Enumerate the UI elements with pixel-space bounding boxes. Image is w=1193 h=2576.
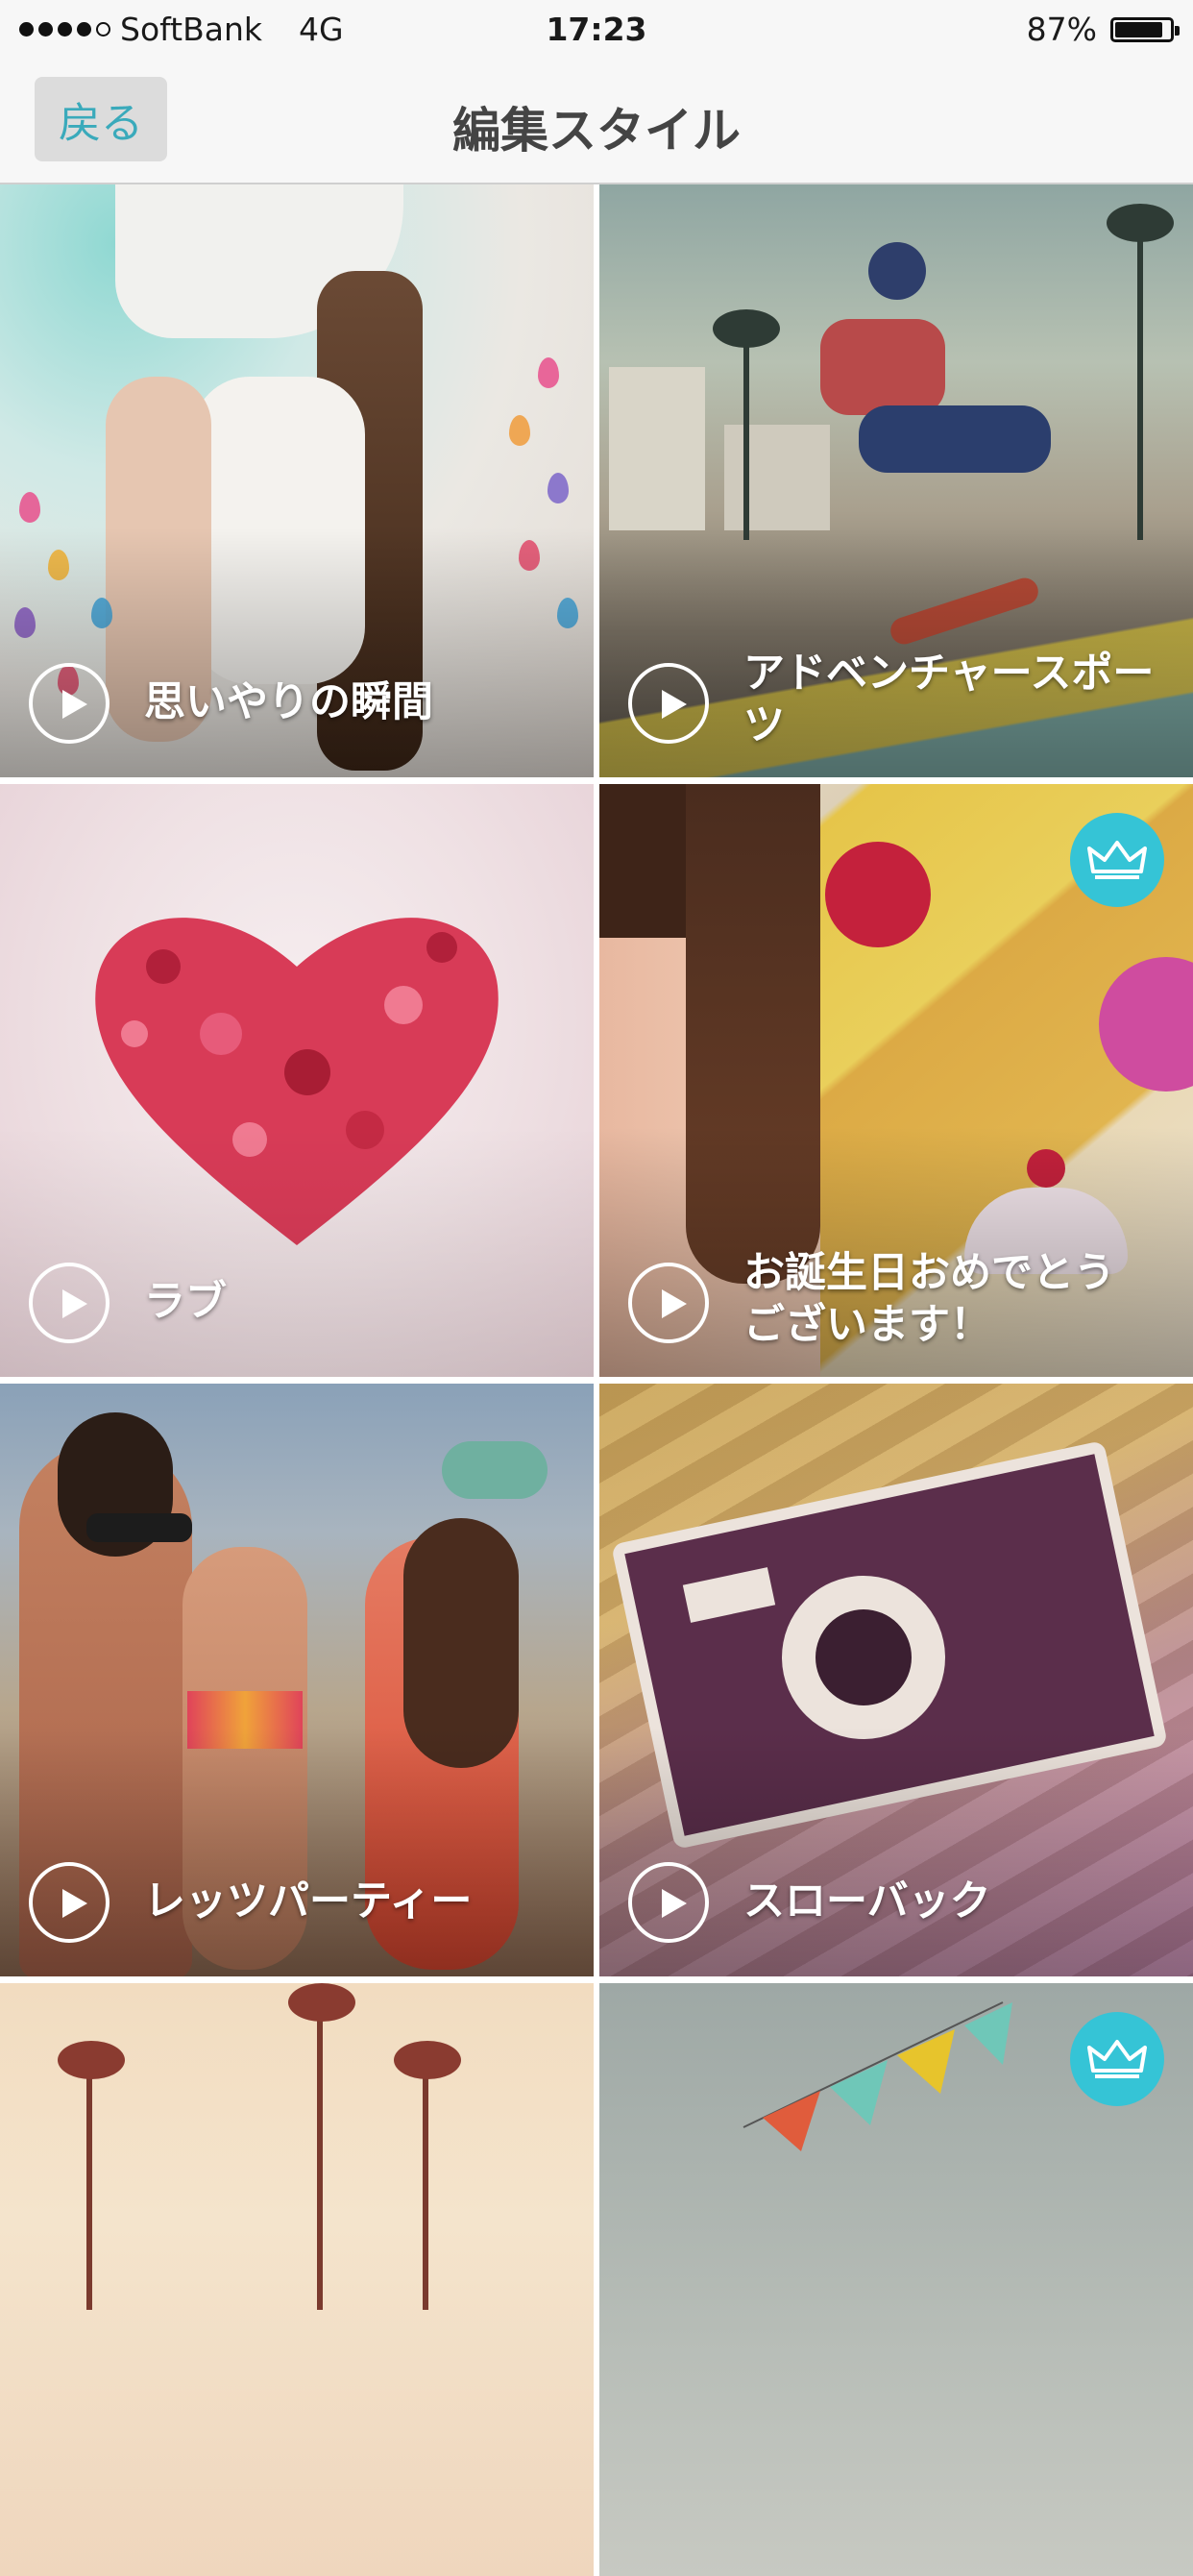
premium-crown-icon	[1070, 813, 1164, 907]
style-tile-adventure-sports[interactable]: アドベンチャースポーツ	[599, 184, 1193, 777]
play-icon[interactable]	[29, 1862, 110, 1943]
play-icon[interactable]	[628, 1862, 709, 1943]
style-tile-compassion[interactable]: 思いやりの瞬間	[0, 184, 594, 777]
battery-icon	[1110, 16, 1180, 42]
style-tile-lets-party[interactable]: レッツパーティー	[0, 1384, 594, 1976]
style-tile-bunting[interactable]	[599, 1983, 1193, 2576]
style-thumbnail	[0, 1983, 594, 2576]
play-icon[interactable]	[29, 1263, 110, 1343]
status-bar: SoftBank 4G 17:23 87%	[0, 0, 1193, 60]
style-label: お誕生日おめでとうございます！	[743, 1249, 1115, 1349]
play-icon[interactable]	[628, 1263, 709, 1343]
battery-percent: 87%	[1026, 11, 1097, 48]
style-label: 思いやりの瞬間	[144, 678, 433, 726]
style-tile-throwback[interactable]: スローバック	[599, 1384, 1193, 1976]
style-label: アドベンチャースポーツ	[743, 650, 1155, 749]
status-right: 87%	[1026, 11, 1180, 48]
play-icon[interactable]	[628, 663, 709, 744]
navigation-bar: 戻る 編集スタイル	[0, 60, 1193, 184]
style-tile-palms[interactable]	[0, 1983, 594, 2576]
style-tile-happy-birthday[interactable]: お誕生日おめでとうございます！	[599, 784, 1193, 1377]
premium-crown-icon	[1070, 2012, 1164, 2106]
style-label: レッツパーティー	[144, 1877, 473, 1926]
style-tile-love[interactable]: ラブ	[0, 784, 594, 1377]
style-label: スローバック	[743, 1877, 991, 1926]
page-title: 編集スタイル	[452, 103, 741, 159]
play-icon[interactable]	[29, 663, 110, 744]
style-label: ラブ	[144, 1278, 227, 1326]
status-time: 17:23	[546, 11, 647, 48]
